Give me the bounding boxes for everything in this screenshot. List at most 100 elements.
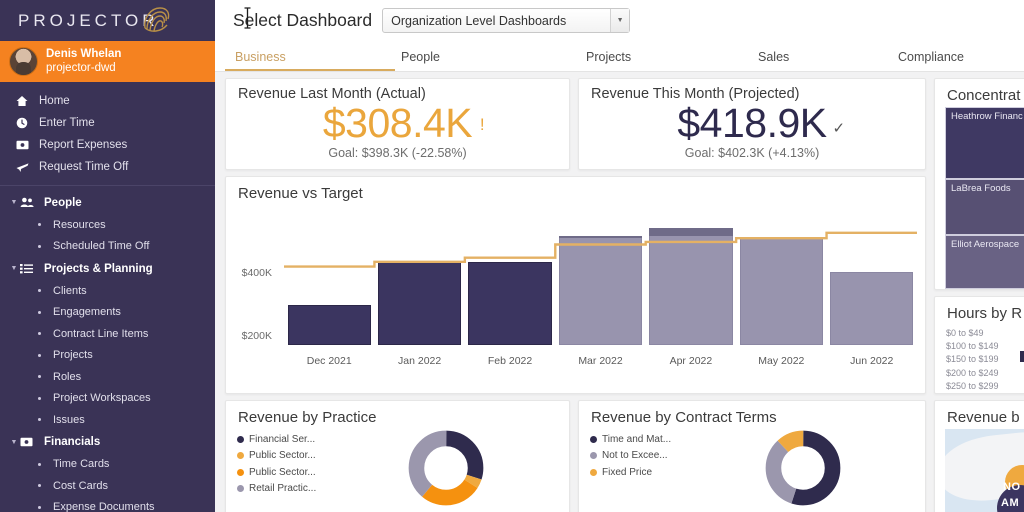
map-label: AM [1001,497,1020,509]
bullet-icon [38,418,41,422]
dashboard-select[interactable]: Organization Level Dashboards ▼ [382,8,631,33]
donut-contract-terms[interactable] [764,429,842,512]
treemap-cell[interactable]: Elliot Aerospace [945,235,1024,289]
treemap-cell[interactable]: Heathrow Financ [945,107,1024,179]
bar-group[interactable]: May 2022 [736,213,826,369]
donut-practice[interactable] [407,429,485,512]
sidebar-item-scheduled-time-off[interactable]: Scheduled Time Off [0,236,215,258]
sidebar-item-report-expenses[interactable]: Report Expenses [0,134,215,156]
card-revenue-by-region-map[interactable]: Revenue b NO AM [934,400,1024,512]
bar-group[interactable]: Jan 2022 [374,213,464,369]
tab-business[interactable]: Business [225,50,401,71]
bar[interactable] [739,237,823,345]
sidebar-item-cost-cards[interactable]: Cost Cards [0,475,215,497]
brand-logo-bar[interactable]: PROJECTOR [0,0,215,41]
sidebar-item-engagements[interactable]: Engagements [0,302,215,324]
bar-group[interactable]: Apr 2022 [646,213,736,369]
chart-card-revenue-vs-target[interactable]: Revenue vs Target $400K $200K $0K Dec 20… [225,176,926,394]
x-tick-label: Feb 2022 [487,355,533,367]
legend-item[interactable]: Retail Practic... [237,481,316,498]
sidebar-item-label: Request Time Off [39,161,129,173]
card-title: Hours by R [947,305,1023,322]
legend-label: Time and Mat... [602,433,672,445]
bar-group[interactable]: Mar 2022 [555,213,645,369]
kpi-value: $308.4K [322,100,473,146]
legend-item[interactable]: Not to Excee... [590,448,671,465]
tab-label: Sales [758,50,790,64]
bar-group[interactable]: Dec 2021 [284,213,374,369]
sidebar-item-request-time-off[interactable]: Request Time Off [0,156,215,178]
card-concentration[interactable]: Concentrat Heathrow Financ LaBrea Foods … [934,78,1024,290]
list-icon [20,263,39,274]
sidebar-group-label: Financials [44,436,101,448]
bullet-icon [38,223,41,227]
sidebar-item-issues[interactable]: Issues [0,409,215,431]
sidebar-item-roles[interactable]: Roles [0,366,215,388]
hours-range: $150 to $199 [946,354,999,365]
legend: Time and Mat... Not to Excee... Fixed Pr… [590,431,671,481]
legend-item[interactable]: Time and Mat... [590,431,671,448]
legend-label: Financial Ser... [249,433,316,445]
sidebar-item-clients[interactable]: Clients [0,280,215,302]
map-canvas[interactable]: NO AM [945,429,1024,512]
treemap-label: Elliot Aerospace [951,239,1020,250]
bar[interactable] [649,228,733,345]
sidebar-item-expense-documents[interactable]: Expense Documents [0,497,215,512]
fan-swirl-logo-icon [139,4,173,36]
bar-group[interactable]: Jun 2022 [827,213,917,369]
bullet-icon [38,505,41,509]
x-tick-label: Dec 2021 [306,355,352,367]
caret-down-icon[interactable]: ▼ [8,439,20,446]
caret-down-icon[interactable]: ▼ [8,199,20,206]
tab-people[interactable]: People [401,50,586,71]
x-tick-label: Apr 2022 [669,355,713,367]
kpi-card-revenue-last-month[interactable]: Revenue Last Month (Actual) $308.4K ! Go… [225,78,570,170]
sidebar-item-time-cards[interactable]: Time Cards [0,454,215,476]
card-hours-by-rate[interactable]: Hours by R $0 to $49 $100 to $149 $150 t… [934,296,1024,394]
legend-item[interactable]: Public Sector... [237,464,316,481]
bullet-icon [38,353,41,357]
bar-group[interactable]: Feb 2022 [465,213,555,369]
kpi-title: Revenue This Month (Projected) [591,86,800,102]
sidebar-item-project-workspaces[interactable]: Project Workspaces [0,388,215,410]
bar[interactable] [287,305,371,345]
y-tick-label: $400K [241,267,272,279]
legend-item[interactable]: Public Sector... [237,448,316,465]
tab-projects[interactable]: Projects [586,50,758,71]
x-tick-label: Mar 2022 [578,355,623,367]
sidebar-item-home[interactable]: Home [0,90,215,112]
chevron-down-icon[interactable]: ▼ [610,9,630,32]
legend-swatch [237,485,244,493]
chart-card-revenue-by-practice[interactable]: Revenue by Practice Financial Ser... Pub… [225,400,570,512]
x-tick-label: Jun 2022 [850,355,894,367]
tab-compliance[interactable]: Compliance [898,50,1024,71]
user-profile-bar[interactable]: Denis Whelan projector-dwd [0,41,215,82]
sidebar-group-financials[interactable]: ▼ Financials [0,431,215,454]
tab-label: Projects [586,50,632,64]
kpi-card-revenue-this-month[interactable]: Revenue This Month (Projected) $418.9K ✓… [578,78,926,170]
sidebar-group-people[interactable]: ▼ People [0,191,215,214]
sidebar-group-projects-planning[interactable]: ▼ Projects & Planning [0,257,215,280]
sidebar-item-projects[interactable]: Projects [0,345,215,367]
sidebar-item-enter-time[interactable]: Enter Time [0,112,215,134]
y-tick-label: $0K [226,392,272,393]
chart-card-revenue-by-contract-terms[interactable]: Revenue by Contract Terms Time and Mat..… [578,400,926,512]
clock-icon [16,117,33,129]
tab-sales[interactable]: Sales [758,50,898,71]
bar[interactable] [830,272,914,345]
sidebar-item-contract-line-items[interactable]: Contract Line Items [0,323,215,345]
sidebar-item-resources[interactable]: Resources [0,214,215,236]
bullet-icon [38,375,41,379]
sidebar-primary-nav: Home Enter Time Report Expenses Request … [0,82,215,178]
caret-down-icon[interactable]: ▼ [8,265,20,272]
tab-label: Compliance [898,50,965,64]
bar[interactable] [378,262,462,345]
legend-item[interactable]: Fixed Price [590,464,671,481]
bar[interactable] [468,262,552,345]
legend-item[interactable]: Financial Ser... [237,431,316,448]
user-handle: projector-dwd [46,61,116,74]
x-tick-label: Jan 2022 [398,355,442,367]
bullet-icon [38,332,41,336]
bar[interactable] [558,235,643,345]
treemap-cell[interactable]: LaBrea Foods [945,179,1024,235]
